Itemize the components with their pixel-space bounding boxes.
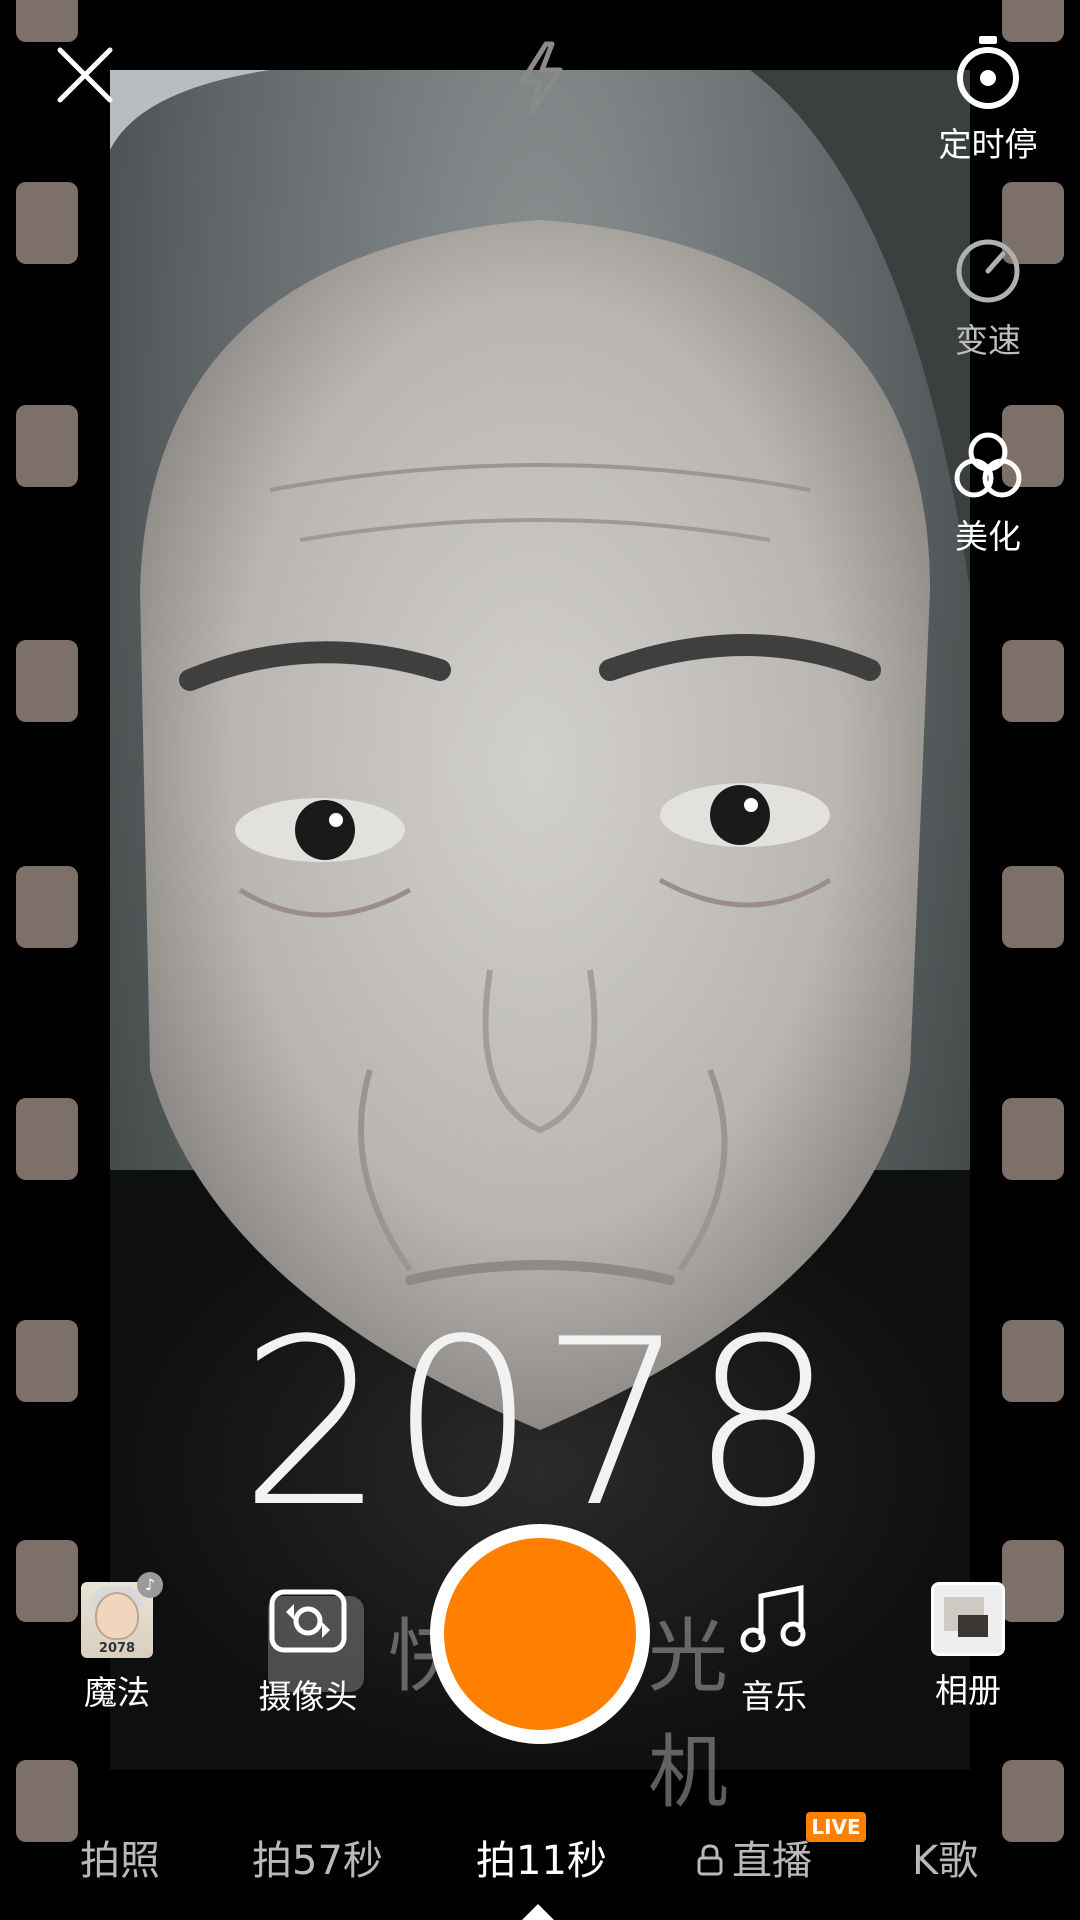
film-hole xyxy=(16,866,78,948)
tab-11s[interactable]: 拍11秒 xyxy=(476,1828,607,1886)
timer-stop-label: 定时停 xyxy=(938,125,1038,164)
album-label: 相册 xyxy=(935,1671,1001,1710)
beauty-circles-icon xyxy=(954,432,1022,498)
magic-button[interactable]: 2078 ♪ 魔法 xyxy=(37,1572,197,1714)
film-hole xyxy=(16,0,78,42)
tab-live-label: 直播 xyxy=(732,1838,812,1884)
album-button[interactable]: 相册 xyxy=(888,1582,1048,1712)
camera-switch-button[interactable]: 摄像头 xyxy=(228,1582,388,1718)
flash-button[interactable] xyxy=(506,38,576,118)
beauty-button[interactable]: 美化 xyxy=(918,430,1058,558)
tab-live[interactable]: 直播 xyxy=(696,1828,812,1886)
camera-switch-label: 摄像头 xyxy=(258,1677,358,1716)
tab-karaoke[interactable]: K歌 xyxy=(912,1828,978,1886)
record-shutter-button[interactable] xyxy=(430,1524,650,1744)
film-hole xyxy=(16,405,78,487)
camera-switch-icon xyxy=(269,1589,347,1653)
timer-stop-button[interactable]: 定时停 xyxy=(918,34,1058,166)
album-thumb-block xyxy=(958,1615,988,1637)
film-hole xyxy=(16,182,78,264)
film-hole xyxy=(1002,1098,1064,1180)
live-badge: LIVE xyxy=(806,1812,866,1842)
tab-57s[interactable]: 拍57秒 xyxy=(252,1828,383,1886)
thumb-face xyxy=(95,1592,139,1640)
active-tab-indicator xyxy=(522,1904,554,1920)
tab-photo[interactable]: 拍照 xyxy=(80,1828,160,1886)
beauty-label: 美化 xyxy=(955,517,1021,556)
music-button[interactable]: 音乐 xyxy=(694,1582,854,1718)
magic-effect-thumbnail: 2078 ♪ xyxy=(81,1572,163,1658)
speed-button[interactable]: 变速 xyxy=(918,236,1058,362)
speedometer-icon xyxy=(956,239,1020,303)
lock-icon xyxy=(696,1840,724,1886)
music-note-icon: ♪ xyxy=(137,1572,163,1598)
music-label: 音乐 xyxy=(741,1677,807,1716)
capture-mode-tabs: 拍照 拍57秒 拍11秒 直播 K歌 xyxy=(0,1820,1080,1890)
film-hole xyxy=(16,1098,78,1180)
magic-thumb-text: 2078 xyxy=(98,1641,136,1656)
music-note-icon xyxy=(740,1584,806,1653)
close-icon xyxy=(57,47,113,103)
film-hole xyxy=(1002,640,1064,722)
magic-label: 魔法 xyxy=(84,1673,150,1712)
record-shutter-core xyxy=(444,1538,636,1730)
year-overlay: 2078 xyxy=(239,1291,841,1558)
film-hole xyxy=(16,640,78,722)
stopwatch-icon xyxy=(957,36,1019,109)
speed-label: 变速 xyxy=(955,321,1021,360)
flash-icon xyxy=(519,41,563,115)
film-hole xyxy=(1002,866,1064,948)
album-thumbnail xyxy=(931,1582,1005,1656)
close-button[interactable] xyxy=(52,42,118,108)
